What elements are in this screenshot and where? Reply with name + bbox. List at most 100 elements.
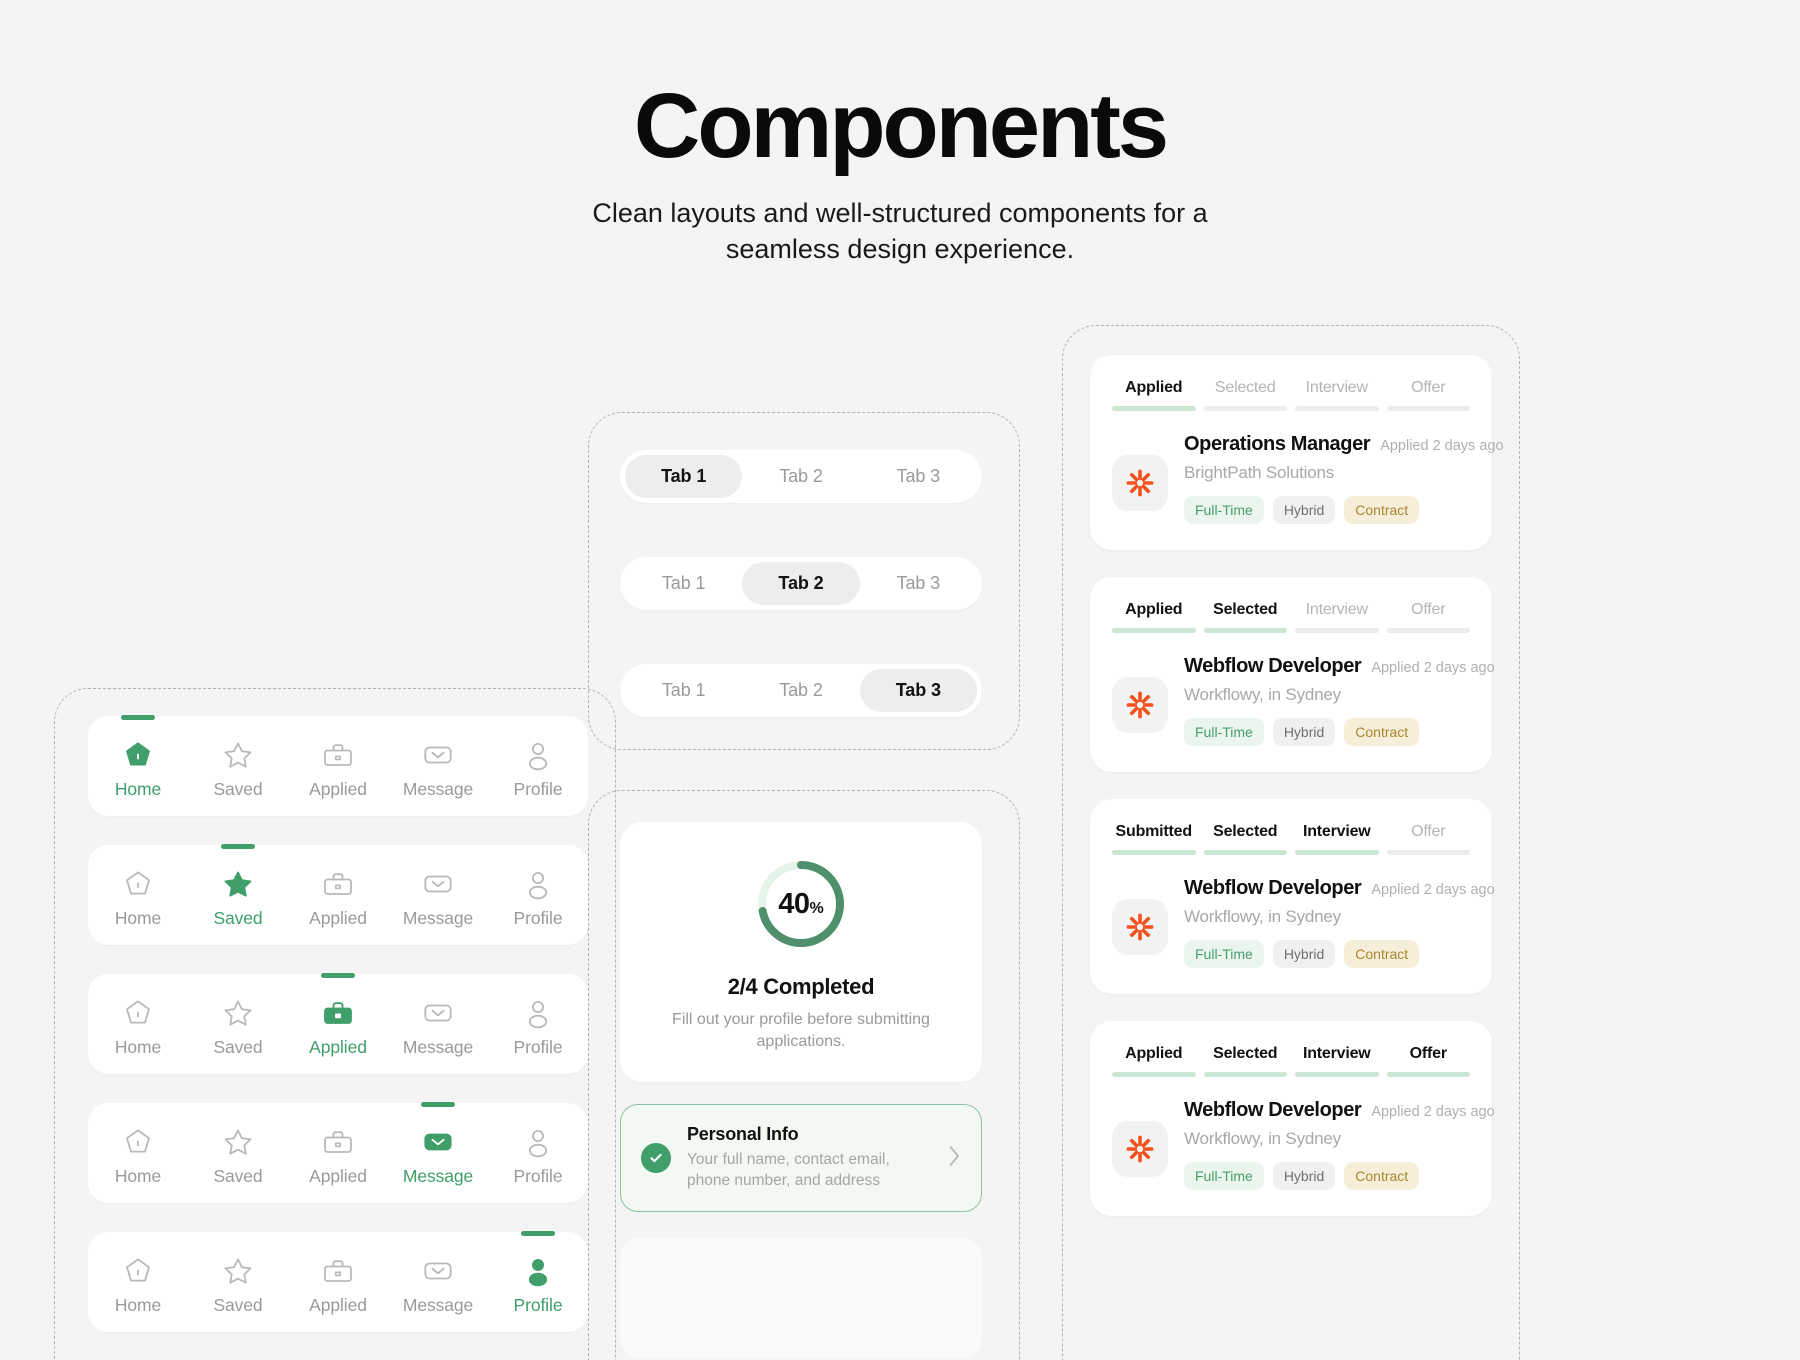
progress-step[interactable]: Interview <box>1295 823 1379 855</box>
nav-item-label: Saved <box>213 1295 263 1315</box>
progress-step-label: Selected <box>1213 1045 1278 1062</box>
tab-button[interactable]: Tab 2 <box>742 669 859 712</box>
job-card-body: Operations Manager Applied 2 days ago Brig… <box>1112 433 1504 524</box>
nav-item-home[interactable]: Home <box>92 861 184 929</box>
home-icon <box>122 738 154 772</box>
nav-item-applied[interactable]: Applied <box>292 861 384 929</box>
page-header: Components Clean layouts and well-struct… <box>0 0 1800 267</box>
progress-step[interactable]: Selected <box>1203 1045 1287 1077</box>
tab-button[interactable]: Tab 3 <box>859 669 977 712</box>
job-application-card[interactable]: Applied Selected Interview Offer Webflow Dev… <box>1090 1021 1495 1216</box>
nav-item-message[interactable]: Message <box>392 990 484 1058</box>
progress-step-bar <box>1386 406 1470 411</box>
nav-item-home[interactable]: Home <box>92 1248 184 1316</box>
tab-button[interactable]: Tab 3 <box>860 455 977 498</box>
progress-step[interactable]: Offer <box>1386 379 1470 411</box>
progress-step[interactable]: Applied <box>1112 379 1196 411</box>
progress-step[interactable]: Selected <box>1203 601 1287 633</box>
active-indicator <box>521 1231 555 1236</box>
progress-step[interactable]: Applied <box>1112 1045 1196 1077</box>
progress-step-label: Applied <box>1125 601 1183 618</box>
job-tag-list: Full-Time Hybrid Contract <box>1184 1162 1470 1190</box>
nav-item-profile[interactable]: Profile <box>492 1119 584 1187</box>
nav-item-message[interactable]: Message <box>392 732 484 800</box>
progress-step[interactable]: Selected <box>1203 379 1287 411</box>
job-application-card[interactable]: Applied Selected Interview Offer Operations … <box>1090 355 1504 550</box>
tab-button[interactable]: Tab 1 <box>625 669 742 712</box>
progress-step[interactable]: Applied <box>1112 601 1196 633</box>
nav-item-saved[interactable]: Saved <box>192 732 284 800</box>
progress-step[interactable]: Selected <box>1203 823 1287 855</box>
next-step-row-partial[interactable] <box>620 1238 982 1359</box>
bottom-nav-bar: Home Saved Applied Message Profile <box>88 1231 588 1332</box>
nav-item-home[interactable]: Home <box>92 1119 184 1187</box>
envelope-icon <box>422 1125 454 1159</box>
job-tag: Hybrid <box>1272 1162 1336 1190</box>
progress-percent-number: 40 <box>778 888 810 920</box>
active-indicator <box>221 844 255 849</box>
chevron-right-icon[interactable] <box>948 1145 961 1172</box>
nav-item-home[interactable]: Home <box>92 990 184 1058</box>
active-indicator <box>421 1102 455 1107</box>
tab-button[interactable]: Tab 1 <box>625 562 742 605</box>
nav-item-saved[interactable]: Saved <box>192 1119 284 1187</box>
job-info: Webflow Developer Applied 2 days ago Workf… <box>1184 655 1495 746</box>
progress-step[interactable]: Offer <box>1386 823 1470 855</box>
tab-button[interactable]: Tab 1 <box>625 455 743 498</box>
nav-item-profile[interactable]: Profile <box>492 861 584 929</box>
envelope-icon <box>422 867 454 901</box>
job-application-card[interactable]: Applied Selected Interview Offer Webflow Dev… <box>1090 577 1495 772</box>
nav-item-home[interactable]: Home <box>92 715 184 800</box>
nav-item-applied[interactable]: Applied <box>292 732 384 800</box>
job-info: Operations Manager Applied 2 days ago Brig… <box>1184 433 1504 524</box>
job-card-body: Webflow Developer Applied 2 days ago Workf… <box>1112 655 1495 746</box>
tab-button[interactable]: Tab 2 <box>742 562 860 605</box>
nav-item-profile[interactable]: Profile <box>492 732 584 800</box>
progress-step[interactable]: Interview <box>1295 379 1379 411</box>
zapier-asterisk-icon <box>1112 677 1168 733</box>
nav-item-message[interactable]: Message <box>392 1248 484 1316</box>
progress-step-bar <box>1386 628 1470 633</box>
progress-step-bar <box>1295 850 1379 855</box>
job-card-collection: Applied Selected Interview Offer Operations … <box>1090 355 1504 1243</box>
job-application-card[interactable]: Submitted Selected Interview Offer Webflow D… <box>1090 799 1495 994</box>
job-title: Webflow Developer <box>1184 1099 1362 1121</box>
progress-step-label: Offer <box>1411 379 1446 396</box>
tab-button[interactable]: Tab 2 <box>742 455 859 498</box>
nav-item-saved[interactable]: Saved <box>192 844 284 929</box>
nav-item-label: Home <box>114 779 162 799</box>
person-icon <box>522 996 554 1030</box>
nav-item-message[interactable]: Message <box>392 1102 484 1187</box>
progress-step[interactable]: Offer <box>1386 601 1470 633</box>
nav-item-saved[interactable]: Saved <box>192 1248 284 1316</box>
progress-step[interactable]: Offer <box>1386 1045 1470 1077</box>
progress-step[interactable]: Interview <box>1295 1045 1379 1077</box>
components-showcase-page: Components Clean layouts and well-struct… <box>0 0 1800 1360</box>
progress-step-bar <box>1386 850 1470 855</box>
bottom-nav-bar: Home Saved Applied Message Profile <box>88 1102 588 1203</box>
personal-info-step-row[interactable]: Personal Info Your full name, contact em… <box>620 1104 982 1213</box>
tab-button[interactable]: Tab 3 <box>860 562 977 605</box>
job-title-row: Webflow Developer Applied 2 days ago <box>1184 655 1495 678</box>
job-tag: Hybrid <box>1272 718 1336 746</box>
nav-item-label: Applied <box>309 779 367 799</box>
envelope-icon <box>422 1254 454 1288</box>
job-tag-list: Full-Time Hybrid Contract <box>1184 940 1470 968</box>
nav-item-label: Saved <box>213 908 263 928</box>
nav-item-profile[interactable]: Profile <box>492 1231 584 1316</box>
progress-step[interactable]: Submitted <box>1112 823 1196 855</box>
progress-step-bar <box>1295 1072 1379 1077</box>
progress-step-label: Interview <box>1302 1045 1371 1062</box>
bottom-nav-collection: Home Saved Applied Message Profile Home Saved A… <box>88 715 588 1360</box>
nav-item-message[interactable]: Message <box>392 861 484 929</box>
nav-item-applied[interactable]: Applied <box>292 973 384 1058</box>
nav-item-applied[interactable]: Applied <box>292 1248 384 1316</box>
job-tag: Contract <box>1344 496 1420 524</box>
progress-step[interactable]: Interview <box>1295 601 1379 633</box>
progress-step-bar <box>1112 406 1196 411</box>
nav-item-profile[interactable]: Profile <box>492 990 584 1058</box>
applied-timestamp: Applied 2 days ago <box>1371 660 1495 676</box>
nav-item-saved[interactable]: Saved <box>192 990 284 1058</box>
nav-item-label: Applied <box>309 908 367 928</box>
nav-item-applied[interactable]: Applied <box>292 1119 384 1187</box>
